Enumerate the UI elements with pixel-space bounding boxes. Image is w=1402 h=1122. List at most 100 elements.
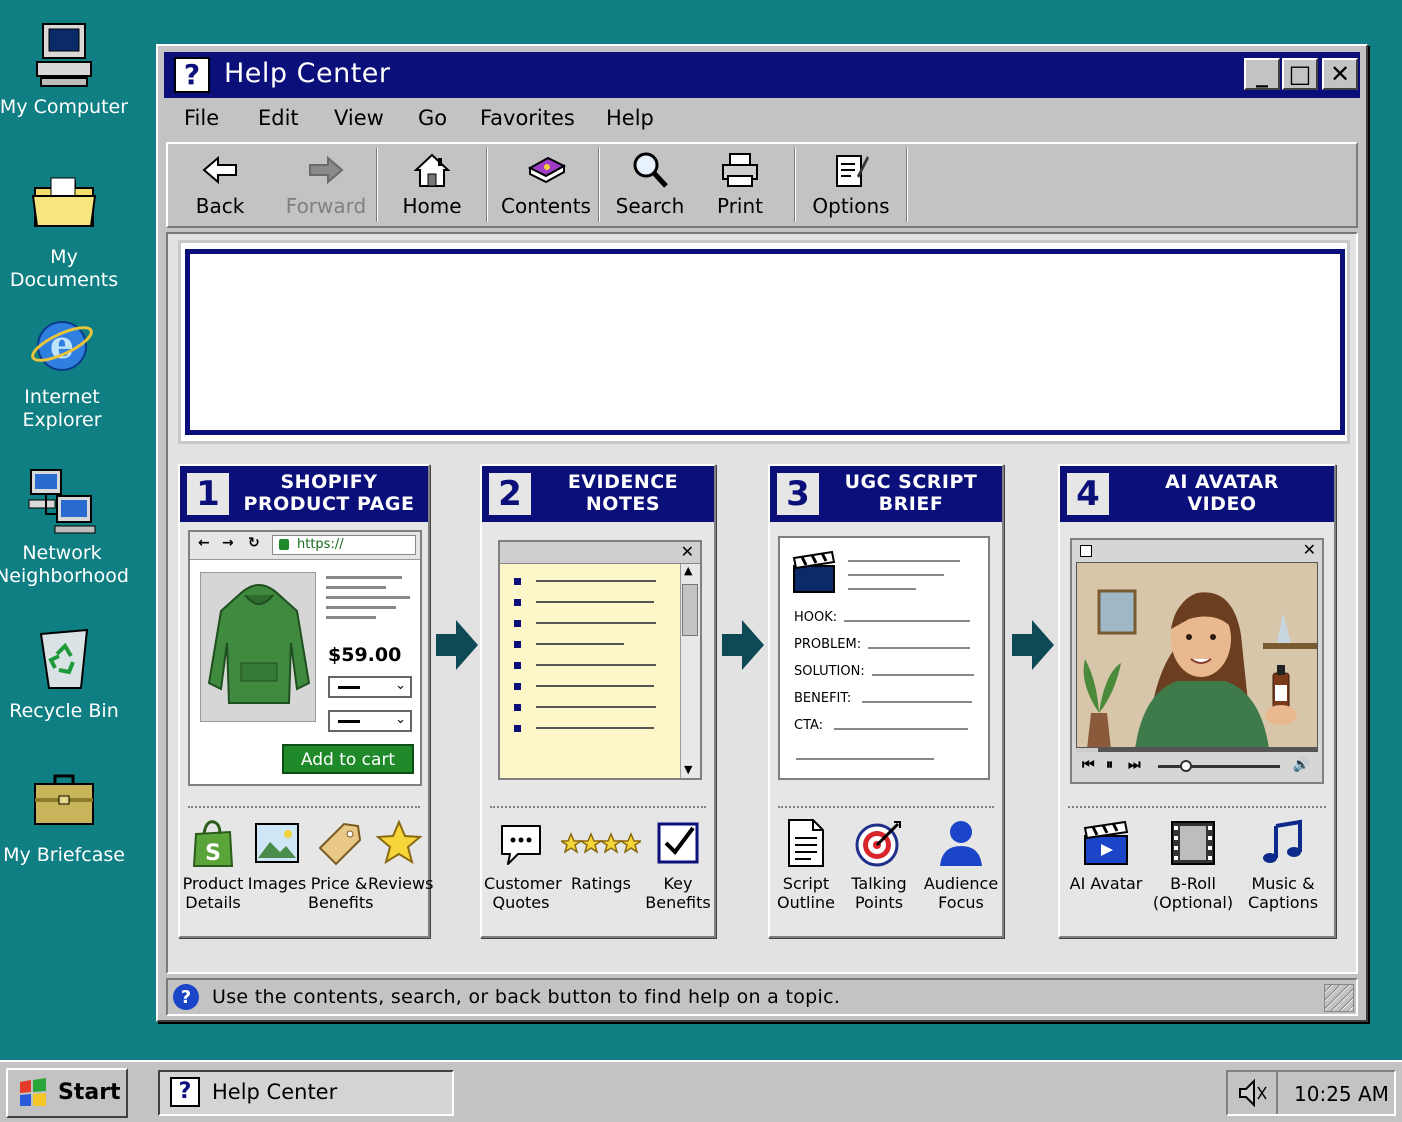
- print-button[interactable]: Print: [702, 148, 778, 222]
- book-icon: [527, 156, 566, 184]
- seek-handle[interactable]: [1180, 760, 1192, 772]
- browser-forward-icon[interactable]: →: [222, 535, 234, 551]
- desktop-icon-internet-explorer[interactable]: e Internet Explorer: [0, 310, 132, 432]
- feature-label-line1: Talking: [851, 874, 907, 893]
- clock: 10:25 AM: [1294, 1082, 1389, 1106]
- browser-url-bar[interactable]: https://: [272, 535, 416, 555]
- contents-button[interactable]: Contents: [496, 148, 596, 222]
- forward-label: Forward: [285, 194, 367, 218]
- menu-bar: File Edit View Go Favorites Help: [166, 102, 1356, 138]
- close-icon[interactable]: ✕: [1303, 540, 1316, 559]
- speech-bubble-icon: [501, 825, 541, 865]
- home-label: Home: [402, 194, 462, 218]
- menu-view[interactable]: View: [334, 106, 384, 130]
- step-header: 3 UGC SCRIPT BRIEF: [770, 466, 1002, 522]
- menu-go[interactable]: Go: [418, 106, 447, 130]
- recycle-bin-icon: [39, 628, 89, 689]
- desktop-icon-my-documents[interactable]: My Documents: [0, 170, 134, 292]
- scroll-up-icon[interactable]: ▲: [684, 564, 692, 577]
- step-number: 1: [184, 470, 232, 518]
- desktop-icon-label-line2: Neighborhood: [0, 565, 129, 587]
- step-title: AI AVATAR VIDEO: [1116, 471, 1328, 515]
- step-panel-avatar-video: 4 AI AVATAR VIDEO ✕ ⏮ ⏸ ⏭ 🔊 AI Avatar B-…: [1058, 464, 1336, 938]
- title-bar[interactable]: ? Help Center _ □ ✕: [164, 52, 1360, 98]
- desktop-icon-my-computer[interactable]: My Computer: [0, 20, 134, 119]
- seek-slider[interactable]: [1158, 760, 1280, 772]
- maximize-icon: □: [1288, 60, 1312, 88]
- menu-help[interactable]: Help: [606, 106, 654, 130]
- print-label: Print: [716, 194, 763, 218]
- step-panel-shopify: 1 SHOPIFY PRODUCT PAGE ← → ↻ https:// $5…: [178, 464, 433, 938]
- skip-forward-icon[interactable]: ⏭: [1128, 757, 1141, 773]
- add-to-cart-button[interactable]: Add to cart: [282, 744, 414, 774]
- ai-avatar-video-frame: [1077, 563, 1317, 747]
- toolbar-separator: [598, 148, 600, 222]
- browser-refresh-icon[interactable]: ↻: [248, 535, 260, 551]
- video-progress-line[interactable]: [1076, 748, 1318, 752]
- product-text-lines: [326, 576, 412, 619]
- notes-window: ✕ ▲ ▼: [498, 540, 702, 780]
- menu-favorites[interactable]: Favorites: [480, 106, 575, 130]
- feature-label-line1: Images: [247, 874, 307, 893]
- music-note-icon: [1263, 819, 1302, 863]
- search-button[interactable]: Search: [612, 148, 688, 222]
- options-button[interactable]: Options: [806, 148, 896, 222]
- network-icon: [28, 469, 96, 534]
- desktop-icon-label: My Computer: [0, 96, 129, 118]
- home-button[interactable]: Home: [392, 148, 472, 222]
- printer-icon: [722, 153, 758, 187]
- stars-rating-icon: [561, 832, 641, 854]
- start-button[interactable]: Start: [6, 1068, 128, 1118]
- back-button[interactable]: Back: [182, 148, 258, 222]
- menu-file[interactable]: File: [184, 106, 219, 130]
- svg-text:?: ?: [181, 987, 191, 1008]
- toolbar-separator: [486, 148, 488, 222]
- image-icon: [255, 823, 299, 863]
- speaker-muted-icon[interactable]: [1236, 1077, 1268, 1109]
- price-tag-icon: [318, 822, 362, 866]
- volume-icon[interactable]: 🔊: [1293, 757, 1310, 773]
- minimize-button[interactable]: _: [1244, 58, 1280, 90]
- window-restore-icon[interactable]: [1080, 545, 1092, 557]
- question-icon: ?: [174, 57, 210, 93]
- variant-select[interactable]: ⌄: [328, 676, 412, 698]
- close-button[interactable]: ✕: [1322, 58, 1358, 90]
- menu-edit[interactable]: Edit: [258, 106, 299, 130]
- browser-url-text: https://: [297, 537, 344, 552]
- status-bar: ? Use the contents, search, or back butt…: [166, 978, 1358, 1016]
- feature-label-line2: Benefits: [308, 893, 374, 912]
- close-icon[interactable]: ✕: [681, 542, 694, 561]
- video-controls: ⏮ ⏸ ⏭ 🔊: [1076, 754, 1318, 780]
- star-icon: [375, 819, 423, 865]
- target-icon: [855, 821, 901, 867]
- skip-back-icon[interactable]: ⏮: [1082, 757, 1095, 773]
- desktop-icon-network-neighborhood[interactable]: Network Neighborhood: [0, 466, 132, 588]
- search-label: Search: [615, 194, 685, 218]
- feature-label-line2: Outline: [777, 893, 835, 912]
- flow-arrow-icon: [722, 620, 764, 670]
- video-titlebar: ✕: [1072, 540, 1322, 562]
- notes-scrollbar[interactable]: ▲ ▼: [680, 564, 700, 778]
- chevron-down-icon: ⌄: [395, 678, 406, 693]
- size-select[interactable]: ⌄: [328, 710, 412, 732]
- scroll-thumb[interactable]: [682, 584, 698, 636]
- taskbar-item-help-center[interactable]: ? Help Center: [158, 1070, 454, 1116]
- pause-icon[interactable]: ⏸: [1106, 757, 1113, 773]
- lock-icon: [279, 539, 289, 550]
- desktop-icon-recycle-bin[interactable]: Recycle Bin: [0, 624, 134, 723]
- browser-nav-bar: ← → ↻ https://: [190, 532, 420, 560]
- computer-icon: [36, 23, 92, 87]
- step-title: SHOPIFY PRODUCT PAGE: [236, 471, 422, 515]
- toolbar-separator: [376, 148, 378, 222]
- desktop-icon-my-briefcase[interactable]: My Briefcase: [0, 768, 134, 867]
- forward-button[interactable]: Forward: [276, 148, 376, 222]
- maximize-button[interactable]: □: [1282, 58, 1318, 90]
- desktop-icon-label-line1: Internet: [24, 386, 100, 408]
- step-title-line1: SHOPIFY: [280, 471, 378, 493]
- feature-reviews: Reviews: [368, 818, 433, 893]
- resize-grip-icon[interactable]: [1324, 984, 1354, 1012]
- video-frame: [1076, 562, 1318, 748]
- close-icon: ✕: [1329, 60, 1351, 88]
- browser-back-icon[interactable]: ←: [198, 535, 210, 551]
- scroll-down-icon[interactable]: ▼: [684, 763, 692, 776]
